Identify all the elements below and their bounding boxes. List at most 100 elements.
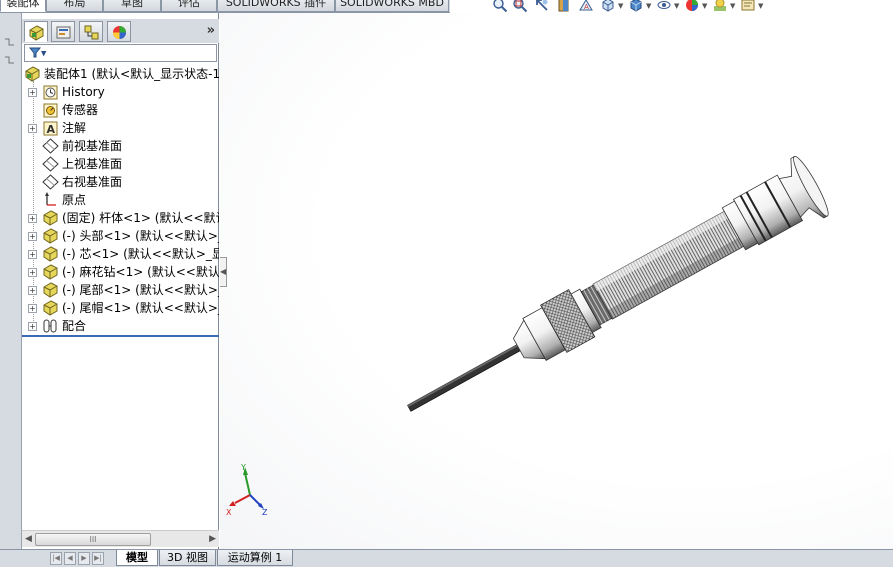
tree-item[interactable]: + (固定) 杆体<1> (默认<<默认>_显示状态 1>) — [22, 209, 219, 227]
tree-item[interactable]: + (-) 麻花钻<1> (默认<<默认>_显示状态 1>) — [22, 263, 219, 281]
tree-item[interactable]: + History — [22, 83, 219, 101]
display-style-icon[interactable] — [628, 0, 644, 13]
featuremanager-tab-bar: » — [22, 19, 219, 43]
triad-x-label: X — [226, 508, 232, 517]
heads-up-view-toolbar: A ▼ ▼ ▼ ▼ ▼ ▼ — [490, 0, 820, 14]
feature-tree: 装配体1 (默认<默认_显示状态-1>) + History 传感器 + A 注解前视基准面… — [22, 65, 219, 335]
tab-assembly[interactable]: 装配体 — [0, 0, 46, 12]
tab-motion-study[interactable]: 运动算例 1 — [217, 550, 293, 566]
tree-item-label: (-) 麻花钻<1> (默认<<默认>_显示状态 1>) — [62, 265, 219, 279]
tree-item[interactable]: + (-) 头部<1> (默认<<默认>_显示状态 1>) — [22, 227, 219, 245]
tree-item[interactable]: + 配合 — [22, 317, 219, 335]
tree-item-label: History — [62, 85, 105, 99]
tree-item[interactable]: 上视基准面 — [22, 155, 219, 173]
tree-root-assembly[interactable]: 装配体1 (默认<默认_显示状态-1>) — [22, 65, 219, 83]
tab-model[interactable]: 模型 — [116, 550, 158, 566]
tree-item-label: 传感器 — [62, 103, 99, 117]
tree-item[interactable]: + (-) 尾帽<1> (默认<<默认>_显示状态 1>) — [22, 299, 219, 317]
tab-layout[interactable]: 布局 — [46, 0, 103, 12]
tab-sketch[interactable]: 草图 — [103, 0, 161, 12]
last-tab-icon[interactable]: ▶| — [92, 552, 104, 565]
tab-evaluate[interactable]: 评估 — [161, 0, 217, 12]
hide-show-dropdown-icon[interactable]: ▼ — [674, 2, 679, 10]
tree-filter-field[interactable]: ▼ — [24, 44, 217, 62]
section-view-icon[interactable] — [556, 0, 572, 13]
part-icon — [42, 210, 59, 226]
prev-tab-icon[interactable]: ◀ — [64, 552, 76, 565]
tree-item-label: 配合 — [62, 319, 87, 333]
expand-panel-button[interactable]: » — [207, 23, 215, 38]
configurationmanager-tab[interactable] — [79, 21, 103, 42]
graphics-area[interactable]: ◀ Y X Z — [220, 13, 893, 553]
assembly-tree-icon — [29, 25, 44, 41]
sketch-tools-icon[interactable] — [3, 35, 17, 67]
expand-toggle-icon[interactable]: + — [28, 232, 37, 241]
edit-appearance-icon[interactable] — [684, 0, 700, 13]
next-tab-icon[interactable]: ▶ — [78, 552, 90, 565]
plane-icon — [42, 156, 59, 172]
scene-dropdown-icon[interactable]: ▼ — [730, 2, 735, 10]
view-orientation-dropdown-icon[interactable]: ▼ — [618, 2, 623, 10]
expand-toggle-icon[interactable]: + — [28, 286, 37, 295]
drill-bit[interactable] — [407, 344, 521, 412]
tree-item[interactable]: 传感器 — [22, 101, 219, 119]
sensor-icon — [42, 102, 59, 118]
tree-item[interactable]: + (-) 芯<1> (默认<<默认>_显示状态 1>) — [22, 245, 219, 263]
history-icon — [42, 84, 59, 100]
plane-icon — [42, 174, 59, 190]
propertymanager-tab[interactable] — [51, 21, 75, 42]
tree-item[interactable]: 前视基准面 — [22, 137, 219, 155]
assembly-model-view[interactable] — [220, 13, 893, 553]
display-style-dropdown-icon[interactable]: ▼ — [646, 2, 651, 10]
triad-y-label: Y — [240, 463, 246, 472]
bottom-tab-bar: |◀ ◀ ▶ ▶| 模型 3D 视图 运动算例 1 — [0, 549, 893, 567]
tree-item[interactable]: 原点 — [22, 191, 219, 209]
expand-toggle-icon[interactable]: + — [28, 268, 37, 277]
handle-grip[interactable] — [592, 210, 745, 320]
filter-icon: ▼ — [28, 47, 49, 60]
hide-show-items-icon[interactable] — [656, 0, 672, 13]
tree-item[interactable]: + (-) 尾部<1> (默认<<默认>_显示状态 1>) — [22, 281, 219, 299]
tree-item-label: (-) 尾帽<1> (默认<<默认>_显示状态 1>) — [62, 301, 219, 315]
displaymanager-tab[interactable] — [107, 21, 131, 42]
horizontal-scrollbar[interactable]: ◀ III ▶ — [22, 530, 219, 547]
scroll-right-icon[interactable]: ▶ — [209, 534, 216, 544]
tree-rollback-bar[interactable] — [22, 335, 219, 337]
task-pane-strip — [0, 13, 22, 553]
part-icon — [42, 300, 59, 316]
appearance-dropdown-icon[interactable]: ▼ — [702, 2, 707, 10]
scroll-left-icon[interactable]: ◀ — [25, 534, 32, 544]
tree-item-label: 注解 — [62, 121, 87, 135]
tree-item-label: 原点 — [62, 193, 87, 207]
tree-item[interactable]: + A 注解 — [22, 119, 219, 137]
tree-item[interactable]: 右视基准面 — [22, 173, 219, 191]
scroll-thumb[interactable]: III — [35, 533, 151, 546]
tree-item-label: 上视基准面 — [62, 157, 123, 171]
apply-scene-icon[interactable] — [712, 0, 728, 13]
annotation-icon: A — [42, 120, 59, 136]
reference-triad: Y X Z — [225, 463, 275, 518]
triad-z-axis — [249, 494, 261, 506]
expand-toggle-icon[interactable]: + — [28, 214, 37, 223]
view-settings-icon[interactable] — [740, 0, 756, 13]
view-orientation-icon[interactable] — [600, 0, 616, 13]
dynamic-annotation-icon[interactable]: A — [578, 0, 594, 13]
expand-toggle-icon[interactable]: + — [28, 322, 37, 331]
previous-view-icon[interactable] — [534, 0, 550, 13]
expand-toggle-icon[interactable]: + — [28, 88, 37, 97]
first-tab-icon[interactable]: |◀ — [50, 552, 62, 565]
zoom-to-fit-icon[interactable] — [492, 0, 508, 13]
tab-solidworks-addins[interactable]: SOLIDWORKS 插件 — [217, 0, 335, 12]
origin-icon — [42, 192, 59, 208]
part-icon — [42, 228, 59, 244]
tab-3d-view[interactable]: 3D 视图 — [159, 550, 216, 566]
view-settings-dropdown-icon[interactable]: ▼ — [758, 2, 763, 10]
zoom-to-area-icon[interactable] — [512, 0, 528, 13]
expand-toggle-icon[interactable]: + — [28, 250, 37, 259]
expand-toggle-icon[interactable]: + — [28, 124, 37, 133]
filter-dropdown-icon[interactable]: ▼ — [41, 50, 46, 58]
expand-toggle-icon[interactable]: + — [28, 304, 37, 313]
triad-y-axis — [244, 472, 251, 496]
featuremanager-tree-tab[interactable] — [24, 21, 48, 42]
tab-solidworks-mbd[interactable]: SOLIDWORKS MBD — [335, 0, 449, 12]
